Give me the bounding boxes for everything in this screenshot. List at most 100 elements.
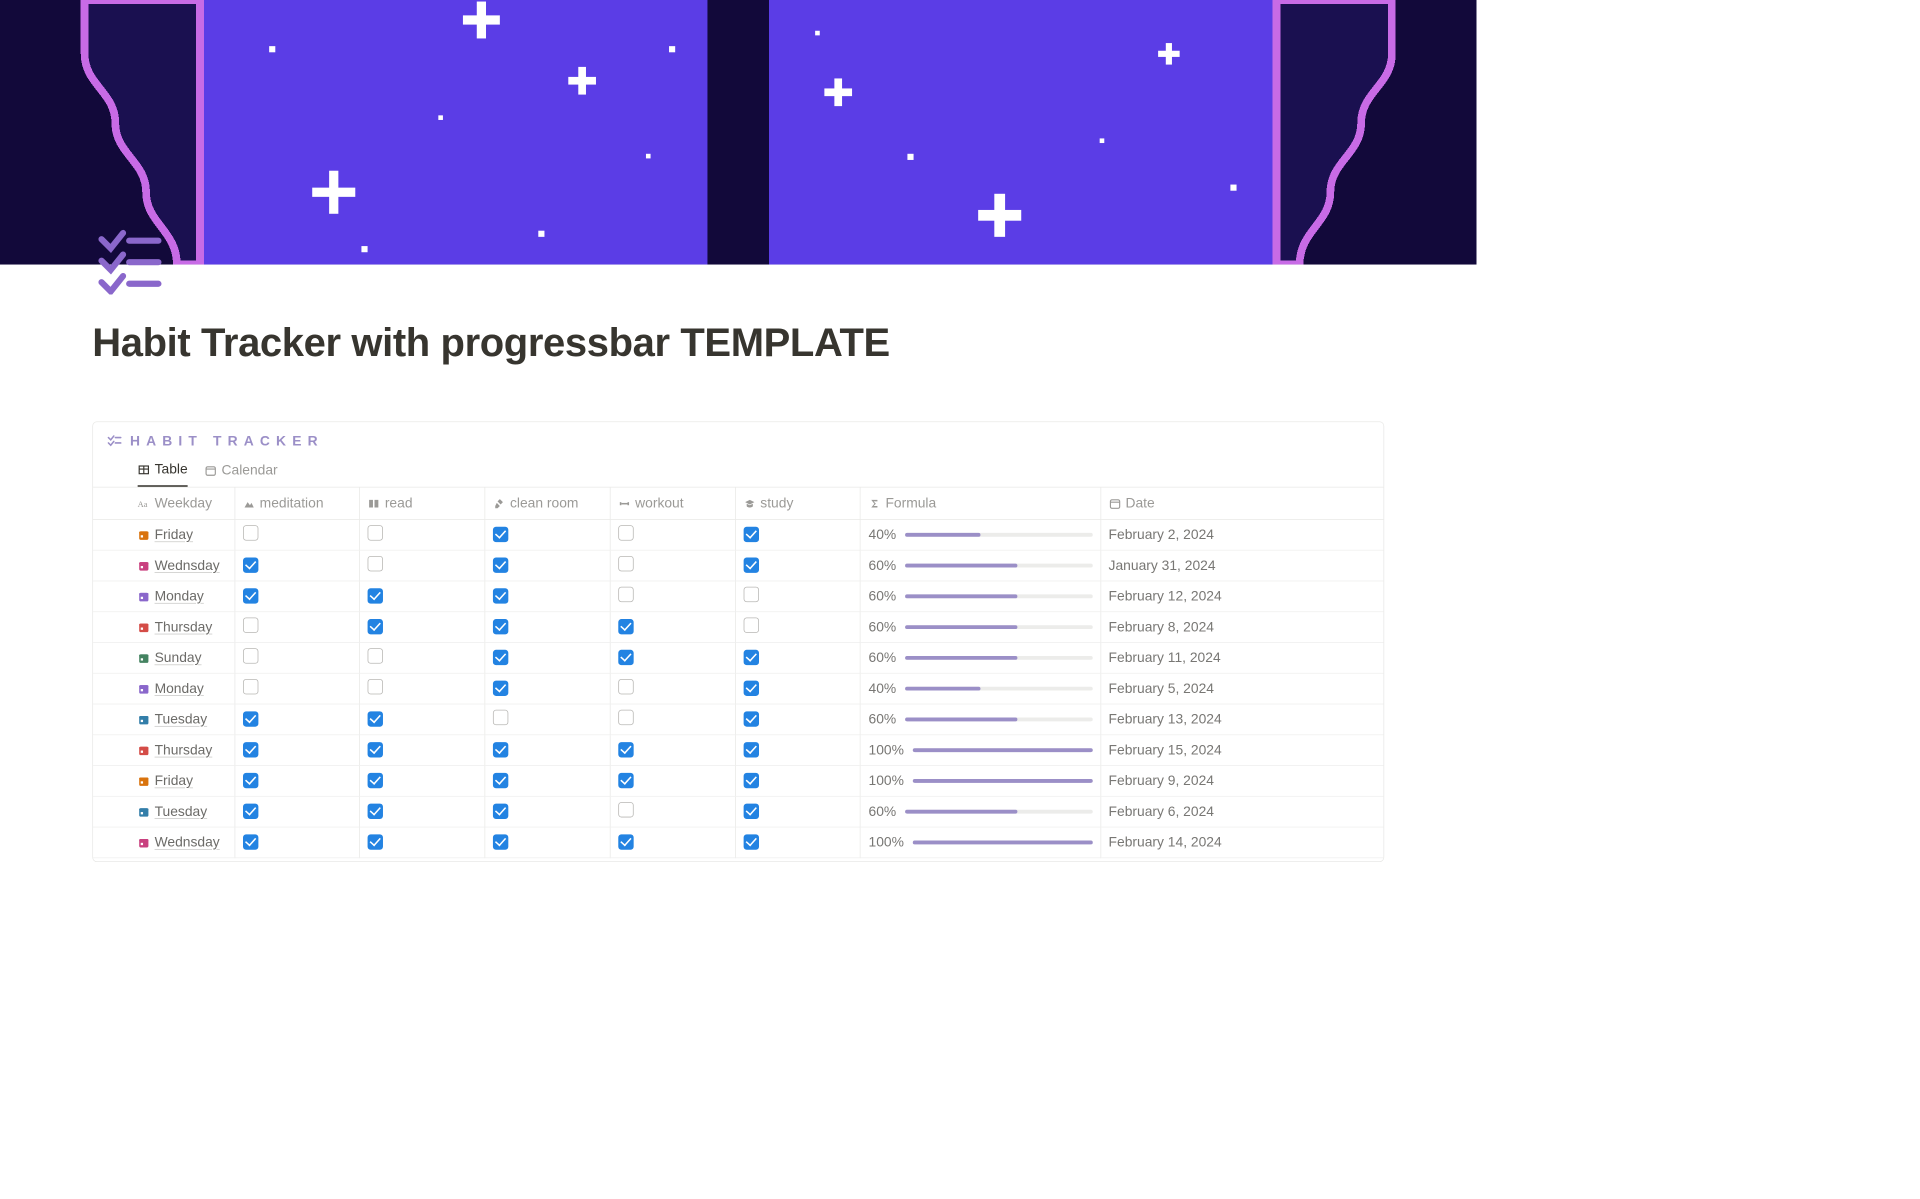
checkbox[interactable] — [618, 679, 633, 694]
checkbox[interactable] — [493, 588, 508, 603]
database-title[interactable]: HABIT TRACKER — [130, 433, 324, 449]
row-title[interactable]: Monday — [155, 681, 204, 696]
checkbox[interactable] — [243, 679, 258, 694]
checkbox[interactable] — [618, 619, 633, 634]
table-row: Wednsday60%January 31, 2024 — [93, 550, 1383, 581]
checkbox[interactable] — [243, 803, 258, 818]
checkbox[interactable] — [743, 803, 758, 818]
progress-cell: 40% — [869, 527, 1093, 543]
row-title[interactable]: Friday — [155, 773, 193, 788]
checkbox[interactable] — [368, 648, 383, 663]
checkbox[interactable] — [618, 710, 633, 725]
page-icon[interactable] — [95, 227, 163, 295]
calendar-icon — [138, 745, 150, 757]
checkbox[interactable] — [368, 525, 383, 540]
column-header-meditation[interactable]: meditation — [235, 488, 360, 520]
checkbox[interactable] — [743, 618, 758, 633]
checkbox[interactable] — [493, 834, 508, 849]
table-row: Friday 40% February 2, 2024 — [93, 519, 1383, 550]
checkbox[interactable] — [743, 834, 758, 849]
checkbox[interactable] — [368, 742, 383, 757]
calendar-icon — [1109, 498, 1121, 510]
row-title[interactable]: Friday — [155, 527, 193, 542]
row-title[interactable]: Tuesday — [155, 711, 208, 726]
checkbox[interactable] — [368, 679, 383, 694]
date-cell: February 2, 2024 — [1100, 519, 1383, 550]
checkbox[interactable] — [493, 527, 508, 542]
checkbox[interactable] — [618, 525, 633, 540]
checkbox[interactable] — [243, 648, 258, 663]
date-cell: February 13, 2024 — [1100, 704, 1383, 735]
page-title[interactable]: Habit Tracker with progressbar TEMPLATE — [92, 320, 1384, 366]
checkbox[interactable] — [243, 557, 258, 572]
checkbox[interactable] — [618, 742, 633, 757]
checkbox[interactable] — [493, 773, 508, 788]
checkbox[interactable] — [618, 650, 633, 665]
progress-percent: 40% — [869, 527, 897, 543]
checkbox[interactable] — [618, 834, 633, 849]
checkbox[interactable] — [493, 680, 508, 695]
row-title[interactable]: Tuesday — [155, 804, 208, 819]
checkbox[interactable] — [743, 711, 758, 726]
calendar-icon — [205, 464, 217, 476]
column-header-date[interactable]: Date — [1100, 488, 1383, 520]
row-title[interactable]: Wednsday — [155, 558, 220, 573]
calendar-icon — [138, 591, 150, 603]
calendar-icon — [138, 622, 150, 634]
column-label: study — [760, 495, 793, 510]
column-label: Weekday — [155, 495, 212, 510]
checkbox[interactable] — [618, 773, 633, 788]
checkbox[interactable] — [368, 711, 383, 726]
checkbox[interactable] — [493, 803, 508, 818]
table-row: Wednsday100%February 14, 2024 — [93, 827, 1383, 858]
checkbox[interactable] — [743, 773, 758, 788]
checkbox[interactable] — [368, 773, 383, 788]
column-header-workout[interactable]: workout — [610, 488, 735, 520]
checkbox[interactable] — [493, 710, 508, 725]
checkbox[interactable] — [618, 556, 633, 571]
row-title[interactable]: Thursday — [155, 742, 213, 757]
checkbox[interactable] — [243, 711, 258, 726]
column-header-clean[interactable]: clean room — [485, 488, 610, 520]
row-title[interactable]: Monday — [155, 588, 204, 603]
checkbox[interactable] — [743, 650, 758, 665]
column-header-weekday[interactable]: AaWeekday — [93, 488, 235, 520]
checkbox[interactable] — [743, 680, 758, 695]
checkbox[interactable] — [743, 557, 758, 572]
checkbox[interactable] — [368, 556, 383, 571]
tab-calendar[interactable]: Calendar — [205, 461, 278, 486]
row-title[interactable]: Thursday — [155, 619, 213, 634]
checkbox[interactable] — [368, 803, 383, 818]
checkbox[interactable] — [493, 650, 508, 665]
column-header-read[interactable]: read — [360, 488, 485, 520]
column-header-formula[interactable]: Formula — [860, 488, 1100, 520]
checkbox[interactable] — [493, 742, 508, 757]
checkbox[interactable] — [493, 557, 508, 572]
checkbox[interactable] — [743, 587, 758, 602]
checkbox[interactable] — [368, 619, 383, 634]
checkbox[interactable] — [618, 587, 633, 602]
checkbox[interactable] — [368, 834, 383, 849]
row-title[interactable]: Wednsday — [155, 834, 220, 849]
checkbox[interactable] — [493, 619, 508, 634]
checkbox[interactable] — [743, 527, 758, 542]
checkbox[interactable] — [243, 834, 258, 849]
cover-image — [0, 0, 1476, 265]
checkbox[interactable] — [618, 802, 633, 817]
checkbox[interactable] — [243, 773, 258, 788]
checkbox[interactable] — [243, 525, 258, 540]
row-title[interactable]: Sunday — [155, 650, 202, 665]
checkbox[interactable] — [243, 742, 258, 757]
calendar-icon — [138, 529, 150, 541]
checkbox[interactable] — [243, 588, 258, 603]
checkbox[interactable] — [243, 618, 258, 633]
view-tabs: Table Calendar — [93, 454, 1383, 488]
sigma-icon — [869, 498, 881, 510]
checkbox[interactable] — [743, 742, 758, 757]
progress-bar — [905, 687, 1092, 691]
progress-percent: 60% — [869, 588, 897, 604]
checkbox[interactable] — [368, 588, 383, 603]
column-header-study[interactable]: study — [735, 488, 860, 520]
table-row: Monday60%February 12, 2024 — [93, 581, 1383, 612]
tab-table[interactable]: Table — [138, 461, 188, 486]
